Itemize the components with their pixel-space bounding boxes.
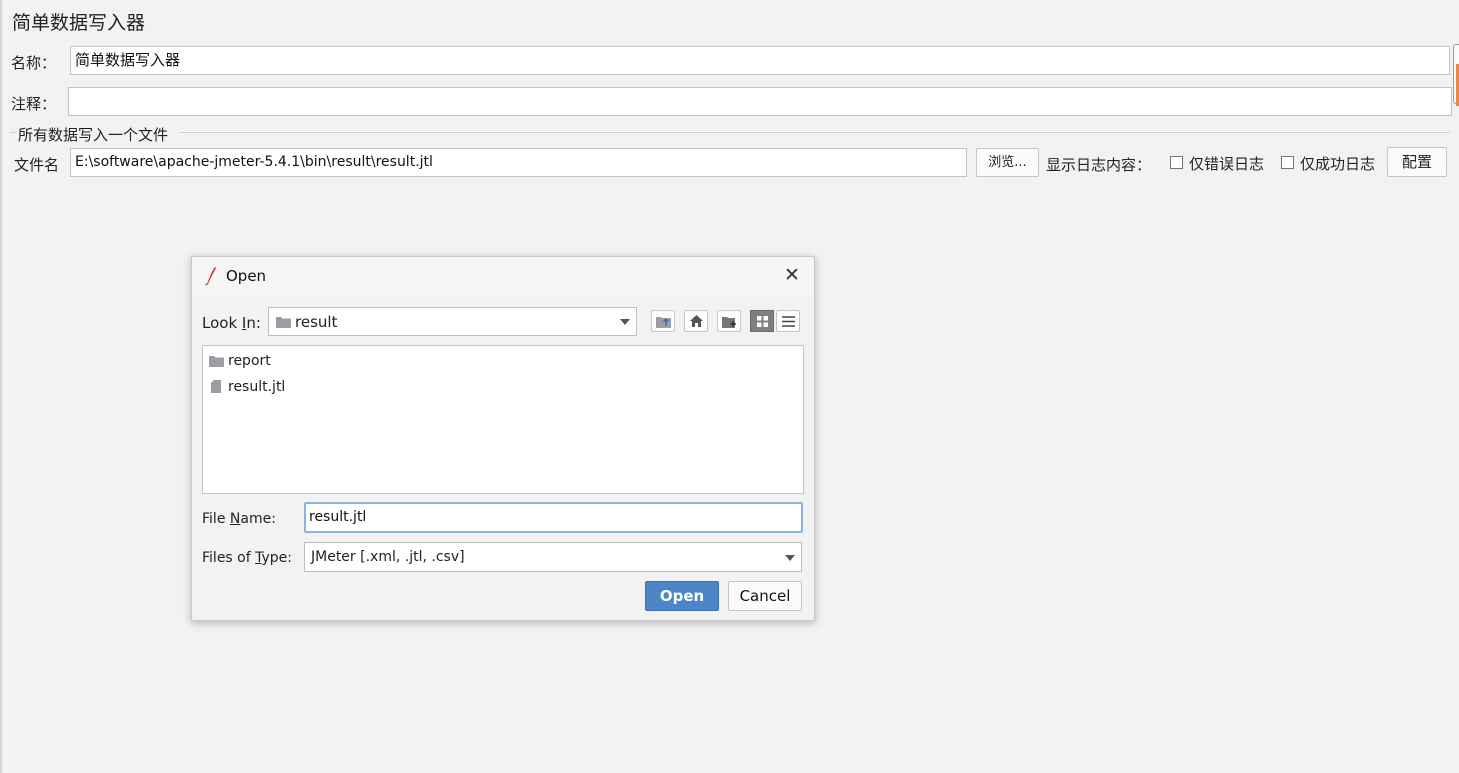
list-item[interactable]: result.jtl xyxy=(208,378,328,398)
home-button[interactable] xyxy=(684,310,708,332)
success-only-checkbox[interactable] xyxy=(1281,156,1294,169)
group-title: 所有数据写入一个文件 xyxy=(18,126,169,144)
new-folder-icon xyxy=(722,317,736,328)
details-view-button[interactable] xyxy=(776,310,800,332)
comment-label: 注释： xyxy=(11,95,57,113)
file-type-label: Files of Type: xyxy=(202,550,293,566)
left-border xyxy=(0,0,2,773)
open-dialog: Open ✕ Look In: result report result.jtl… xyxy=(191,256,815,621)
file-type-combo[interactable]: JMeter [.xml, .jtl, .csv] xyxy=(304,542,802,572)
home-icon xyxy=(690,315,703,327)
up-folder-icon xyxy=(656,317,671,328)
filename-label: 文件名 xyxy=(14,156,60,174)
configure-button[interactable]: 配置 xyxy=(1387,147,1447,177)
name-label: 名称： xyxy=(11,54,57,72)
chevron-down-icon xyxy=(785,555,795,561)
success-only-label: 仅成功日志 xyxy=(1300,155,1376,173)
file-icon xyxy=(211,380,221,393)
list-item-label: report xyxy=(228,353,271,369)
browse-button[interactable]: 浏览... xyxy=(976,148,1039,177)
comment-field[interactable] xyxy=(68,87,1452,116)
dialog-title: Open xyxy=(226,267,267,285)
cancel-button[interactable]: Cancel xyxy=(728,581,802,611)
file-name-input[interactable]: result.jtl xyxy=(304,502,803,533)
chevron-down-icon xyxy=(620,319,630,325)
look-in-value: result xyxy=(295,313,338,331)
filename-field[interactable]: E:\software\apache-jmeter-5.4.1\bin\resu… xyxy=(70,148,967,177)
list-item-label: result.jtl xyxy=(228,379,286,395)
list-view-button[interactable] xyxy=(750,310,774,332)
new-folder-button[interactable] xyxy=(717,310,741,332)
name-field[interactable]: 简单数据写入器 xyxy=(70,46,1450,75)
file-list[interactable]: report result.jtl xyxy=(202,345,804,494)
errors-only-checkbox[interactable] xyxy=(1170,156,1183,169)
group-border-left xyxy=(10,132,16,133)
folder-icon xyxy=(209,356,224,367)
look-in-combo[interactable]: result xyxy=(268,307,637,336)
look-in-label: Look In: xyxy=(202,314,261,332)
log-content-label: 显示日志内容： xyxy=(1046,156,1152,174)
close-icon[interactable]: ✕ xyxy=(784,265,800,285)
folder-icon xyxy=(276,317,291,328)
panel-title: 简单数据写入器 xyxy=(12,12,146,34)
grid-view-icon xyxy=(757,316,768,327)
group-border xyxy=(180,132,1450,133)
details-view-icon xyxy=(782,316,795,327)
up-folder-button[interactable] xyxy=(651,310,675,332)
errors-only-label: 仅错误日志 xyxy=(1189,155,1265,173)
file-name-label: File Name: xyxy=(202,511,276,527)
open-button[interactable]: Open xyxy=(645,581,719,611)
file-type-value: JMeter [.xml, .jtl, .csv] xyxy=(311,549,465,565)
list-item[interactable]: report xyxy=(208,352,328,372)
jmeter-feather-icon xyxy=(205,267,216,286)
dialog-titlebar[interactable] xyxy=(192,257,814,295)
